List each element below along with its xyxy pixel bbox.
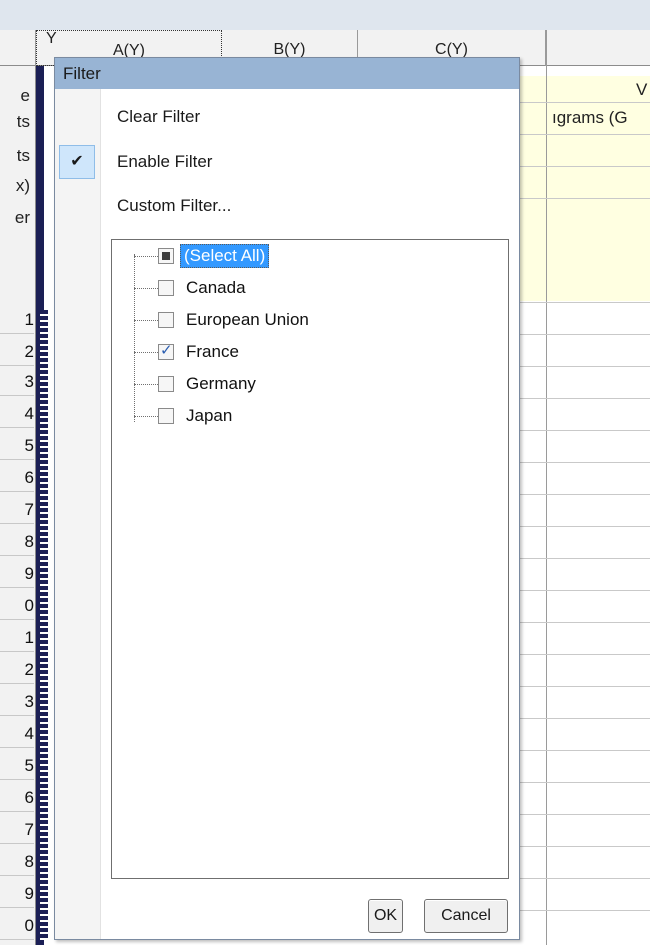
- window-top-bar: [0, 0, 650, 30]
- row-number[interactable]: 3: [0, 372, 34, 396]
- row-number[interactable]: 2: [0, 660, 34, 684]
- grid-line: [520, 398, 650, 399]
- grid-line: [520, 366, 650, 367]
- grid-line: [520, 814, 650, 815]
- japan-label[interactable]: Japan: [182, 404, 236, 428]
- grid-line: [520, 462, 650, 463]
- ok-button[interactable]: OK: [368, 899, 403, 933]
- column-header-d[interactable]: [546, 30, 650, 66]
- grid-line: [520, 102, 650, 103]
- tree-connector: [134, 256, 158, 257]
- grid-line: [520, 558, 650, 559]
- row-label-fx[interactable]: x): [0, 176, 30, 196]
- row-number[interactable]: 8: [0, 852, 34, 876]
- enable-filter-item[interactable]: Enable Filter: [101, 143, 519, 181]
- long-name-cell[interactable]: V: [636, 80, 647, 100]
- row-number[interactable]: 4: [0, 724, 34, 748]
- canada-checkbox[interactable]: [158, 280, 174, 296]
- grid-line: [520, 590, 650, 591]
- units-cell[interactable]: ıgrams (G: [552, 108, 628, 128]
- row-number[interactable]: 7: [0, 500, 34, 524]
- row-label-long-name[interactable]: e: [0, 86, 30, 106]
- row-label-units[interactable]: ts: [0, 112, 30, 132]
- france-checkbox[interactable]: ✓: [158, 342, 174, 360]
- grid-line: [520, 654, 650, 655]
- grid-line: [520, 166, 650, 167]
- grid-line: [520, 878, 650, 879]
- grid-line: [520, 846, 650, 847]
- row-label-comments[interactable]: ts: [0, 146, 30, 166]
- tree-connector: [134, 352, 158, 353]
- tree-connector: [134, 384, 158, 385]
- row-label-filter[interactable]: er: [0, 208, 30, 228]
- row-number[interactable]: 2: [0, 342, 34, 366]
- grid-line: [520, 334, 650, 335]
- tree-connector: [134, 288, 158, 289]
- grid-line: [520, 686, 650, 687]
- row-number[interactable]: 0: [0, 916, 34, 940]
- grid-line: [520, 430, 650, 431]
- row-number[interactable]: 7: [0, 820, 34, 844]
- enable-filter-check-icon: ✔: [59, 145, 95, 179]
- row-number[interactable]: 5: [0, 756, 34, 780]
- grid-line: [520, 622, 650, 623]
- grid-line: [520, 718, 650, 719]
- grid-line: [520, 910, 650, 911]
- filter-popup-title: Filter: [55, 58, 519, 89]
- custom-filter-item[interactable]: Custom Filter...: [101, 187, 519, 225]
- row-number[interactable]: 1: [0, 628, 34, 652]
- select-all-checkbox[interactable]: [158, 248, 174, 264]
- germany-checkbox[interactable]: [158, 376, 174, 392]
- clear-filter-item[interactable]: Clear Filter: [101, 98, 519, 136]
- tree-connector: [134, 320, 158, 321]
- select-all-label[interactable]: (Select All): [180, 244, 270, 268]
- japan-checkbox[interactable]: [158, 408, 174, 424]
- row-header: e ts ts x) er 1 2 3 4 5 6 7 8 9 0 1 2 3 …: [0, 66, 36, 945]
- row-number[interactable]: 6: [0, 468, 34, 492]
- grid-line: [520, 134, 650, 135]
- grid-line: [520, 750, 650, 751]
- grid-line: [520, 526, 650, 527]
- row-number[interactable]: 9: [0, 564, 34, 588]
- european-union-label[interactable]: European Union: [182, 308, 313, 332]
- row-number[interactable]: 6: [0, 788, 34, 812]
- row-number[interactable]: 1: [0, 310, 34, 334]
- grid-line: [520, 494, 650, 495]
- grid-line: [520, 782, 650, 783]
- row-number[interactable]: 0: [0, 596, 34, 620]
- germany-label[interactable]: Germany: [182, 372, 260, 396]
- cancel-button[interactable]: Cancel: [424, 899, 508, 933]
- canada-label[interactable]: Canada: [182, 276, 250, 300]
- tree-connector: [134, 254, 135, 422]
- row-number[interactable]: 8: [0, 532, 34, 556]
- grid-line: [520, 302, 650, 303]
- tree-connector: [134, 416, 158, 417]
- filter-values-list[interactable]: (Select All) Canada European Union ✓ Fra…: [111, 239, 509, 879]
- selected-column-cells: [40, 310, 48, 940]
- check-icon: ✓: [160, 342, 173, 359]
- france-label[interactable]: France: [182, 340, 243, 364]
- grid-line: [520, 198, 650, 199]
- row-number[interactable]: 9: [0, 884, 34, 908]
- european-union-checkbox[interactable]: [158, 312, 174, 328]
- row-number[interactable]: 4: [0, 404, 34, 428]
- filter-popup: Filter Clear Filter ✔ Enable Filter Cust…: [54, 57, 520, 940]
- filter-icon[interactable]: Y: [46, 31, 57, 47]
- column-c-label: C(Y): [435, 41, 468, 58]
- menu-icon-gutter: [55, 89, 101, 939]
- column-b-label: B(Y): [273, 41, 306, 58]
- corner-cell[interactable]: [0, 30, 36, 66]
- column-divider: [546, 30, 547, 945]
- row-number[interactable]: 5: [0, 436, 34, 460]
- row-number[interactable]: 3: [0, 692, 34, 716]
